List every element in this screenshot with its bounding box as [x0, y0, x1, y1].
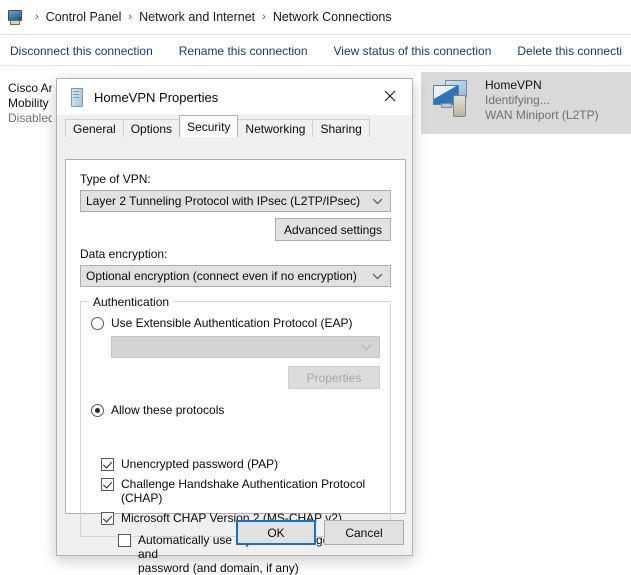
close-icon[interactable]: [367, 79, 412, 113]
chevron-down-icon: [372, 269, 383, 283]
breadcrumb-separator: ›: [262, 11, 266, 23]
connection-item-cisco[interactable]: Cisco An Mobility Disabled: [0, 75, 60, 132]
connection-name: HomeVPN: [485, 78, 542, 92]
data-encryption-value: Optional encryption (connect even if no …: [86, 269, 357, 283]
tab-sharing[interactable]: Sharing: [312, 119, 370, 137]
connection-item-homevpn[interactable]: HomeVPN Identifying... WAN Miniport (L2T…: [421, 72, 631, 134]
connection-text: Cisco An Mobility Disabled: [8, 81, 52, 126]
checkbox-pap[interactable]: Unencrypted password (PAP): [101, 457, 380, 471]
radio-indicator: [91, 404, 104, 417]
checkbox-indicator: [101, 478, 114, 491]
toolbar-link-disconnect[interactable]: Disconnect this connection: [10, 44, 153, 58]
breadcrumb-item-network-connections[interactable]: Network Connections: [273, 10, 392, 24]
advanced-settings-row: Advanced settings: [80, 218, 391, 241]
protocol-checkbox-list: Unencrypted password (PAP) Challenge Han…: [101, 457, 380, 575]
breadcrumb-item-control-panel[interactable]: Control Panel: [46, 10, 122, 24]
toolbar-link-delete[interactable]: Delete this connecti: [517, 44, 622, 58]
checkbox-chap[interactable]: Challenge Handshake Authentication Proto…: [101, 477, 380, 505]
tab-security[interactable]: Security: [179, 115, 239, 137]
dialog-title: HomeVPN Properties: [94, 89, 219, 105]
data-encryption-label: Data encryption:: [80, 247, 168, 261]
breadcrumb-separator: ›: [128, 11, 133, 23]
radio-allow-these-protocols[interactable]: Allow these protocols: [91, 403, 380, 417]
dialog-tabstrip: General Options Security Networking Shar…: [57, 115, 412, 137]
eap-method-dropdown[interactable]: [111, 336, 380, 358]
vpn-type-dropdown[interactable]: Layer 2 Tunneling Protocol with IPsec (L…: [80, 190, 391, 212]
security-tab-panel: Type of VPN: Layer 2 Tunneling Protocol …: [65, 159, 406, 575]
dialog-button-row: OK Cancel: [57, 520, 414, 545]
ok-button[interactable]: OK: [236, 520, 316, 545]
network-connection-icon: [429, 78, 477, 122]
connection-device: WAN Miniport (L2TP): [485, 108, 599, 122]
tab-general[interactable]: General: [65, 119, 124, 137]
connection-name-line2: Mobility: [8, 96, 49, 110]
breadcrumb: › Control Panel › Network and Internet ›…: [0, 0, 631, 35]
connection-name: Cisco An: [8, 81, 52, 95]
connection-text: HomeVPN Identifying... WAN Miniport (L2T…: [485, 78, 599, 123]
radio-use-eap-label: Use Extensible Authentication Protocol (…: [111, 316, 353, 330]
authentication-group: Authentication Use Extensible Authentica…: [80, 295, 391, 575]
tab-options[interactable]: Options: [122, 119, 181, 137]
breadcrumb-separator: ›: [35, 11, 39, 23]
dialog-titlebar: HomeVPN Properties: [57, 79, 412, 115]
connection-status: Identifying...: [485, 93, 550, 107]
vpn-type-label: Type of VPN:: [80, 172, 151, 186]
toolbar-link-view-status[interactable]: View status of this connection: [334, 44, 492, 58]
vpn-properties-dialog: HomeVPN Properties General Options Secur…: [56, 78, 414, 575]
network-computer-icon: [6, 9, 22, 25]
cancel-button[interactable]: Cancel: [324, 520, 404, 545]
chevron-down-icon: [361, 340, 372, 354]
advanced-settings-button[interactable]: Advanced settings: [274, 218, 391, 241]
checkbox-auto-logon-line2: password (and domain, if any): [138, 561, 299, 575]
chevron-down-icon: [372, 194, 383, 208]
data-encryption-dropdown[interactable]: Optional encryption (connect even if no …: [80, 265, 391, 287]
tab-networking[interactable]: Networking: [237, 119, 314, 137]
radio-use-eap[interactable]: Use Extensible Authentication Protocol (…: [91, 316, 380, 330]
checkbox-pap-label: Unencrypted password (PAP): [121, 457, 279, 471]
toolbar-link-rename[interactable]: Rename this connection: [179, 44, 308, 58]
radio-indicator: [91, 317, 104, 330]
radio-allow-these-protocols-label: Allow these protocols: [111, 403, 225, 417]
eap-properties-button[interactable]: Properties: [288, 366, 380, 389]
command-toolbar: Disconnect this connection Rename this c…: [0, 36, 631, 66]
vpn-type-value: Layer 2 Tunneling Protocol with IPsec (L…: [86, 194, 361, 208]
vpn-properties-icon: [69, 88, 85, 107]
connection-status: Disabled: [8, 111, 52, 125]
checkbox-chap-label: Challenge Handshake Authentication Proto…: [121, 477, 366, 505]
eap-properties-row: Properties: [91, 366, 380, 389]
checkbox-indicator: [101, 458, 114, 471]
breadcrumb-item-network-and-internet[interactable]: Network and Internet: [139, 10, 255, 24]
authentication-group-title: Authentication: [89, 295, 174, 309]
